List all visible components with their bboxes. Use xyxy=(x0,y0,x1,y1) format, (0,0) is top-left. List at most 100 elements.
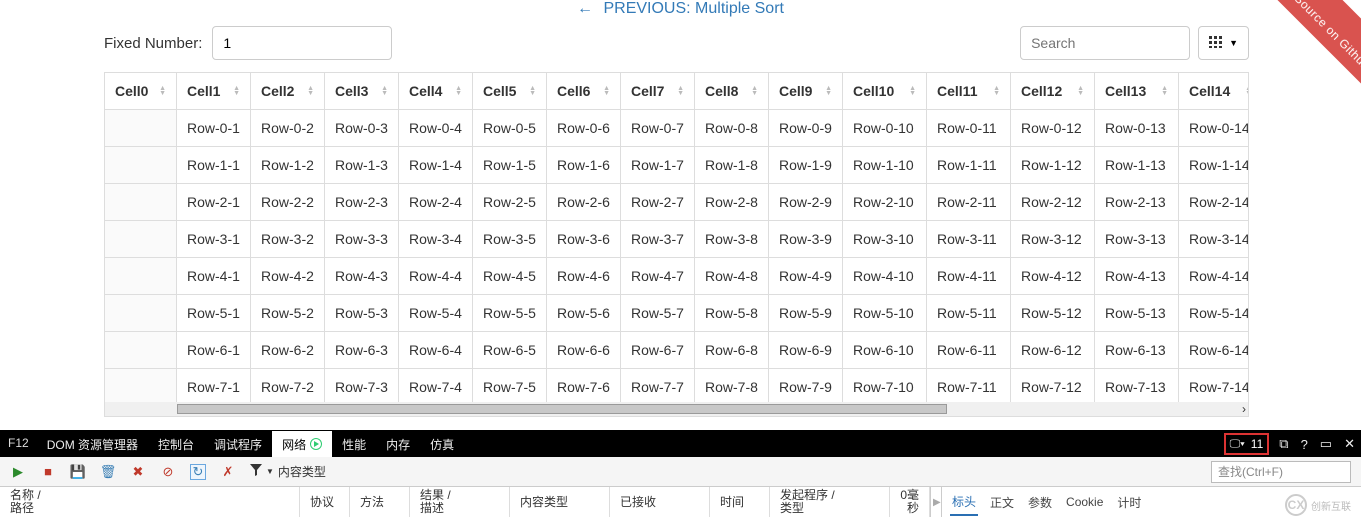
devtools-tab[interactable]: 网络 xyxy=(272,431,332,457)
select-element-icon[interactable]: ⧉ xyxy=(1273,432,1294,456)
grid-icon xyxy=(1209,36,1223,51)
table-cell: Row-1-8 xyxy=(695,147,769,184)
col-time[interactable]: 时间 xyxy=(710,487,770,517)
column-header[interactable]: Cell13▲▼ xyxy=(1095,73,1179,110)
clear-cache-icon[interactable]: ⊘ xyxy=(160,464,176,480)
sort-icon[interactable]: ▲▼ xyxy=(529,86,536,96)
sort-icon[interactable]: ▲▼ xyxy=(909,86,916,96)
sort-icon[interactable]: ▲▼ xyxy=(455,86,462,96)
devtools-tab[interactable]: DOM 资源管理器 xyxy=(37,431,148,457)
col-method[interactable]: 方法 xyxy=(350,487,410,517)
preserve-log-icon[interactable]: ↻ xyxy=(190,464,206,480)
undock-icon[interactable]: ▭ xyxy=(1314,432,1338,456)
header-label: Cell4 xyxy=(409,83,442,99)
col-content-type[interactable]: 内容类型 xyxy=(510,487,610,517)
table-cell: Row-0-5 xyxy=(473,110,547,147)
sort-icon[interactable]: ▲▼ xyxy=(233,86,240,96)
horizontal-scrollbar[interactable]: › xyxy=(105,402,1248,416)
sort-icon[interactable]: ▲▼ xyxy=(993,86,1000,96)
details-tab[interactable]: 正文 xyxy=(988,490,1016,515)
clear-session-icon[interactable]: 🗑 xyxy=(100,464,116,480)
sort-icon[interactable]: ▲▼ xyxy=(381,86,388,96)
play-icon[interactable]: ▶ xyxy=(10,464,26,480)
col-received[interactable]: 已接收 xyxy=(610,487,710,517)
devtools-tab[interactable]: 内存 xyxy=(376,431,420,457)
column-header[interactable]: Cell11▲▼ xyxy=(927,73,1011,110)
table-cell: Row-3-11 xyxy=(927,221,1011,258)
watermark: CX 创新互联 xyxy=(1285,494,1351,516)
table-cell: Row-4-2 xyxy=(251,258,325,295)
clear-cookies-icon[interactable]: ✗ xyxy=(220,464,236,480)
table-cell: Row-0-8 xyxy=(695,110,769,147)
sort-icon[interactable]: ▲▼ xyxy=(1245,86,1248,96)
col-protocol[interactable]: 协议 xyxy=(300,487,350,517)
column-header[interactable]: Cell9▲▼ xyxy=(769,73,843,110)
column-header[interactable]: Cell7▲▼ xyxy=(621,73,695,110)
devtools-tab[interactable]: 调试程序 xyxy=(204,431,272,457)
devtools-tabs: F12 DOM 资源管理器控制台调试程序网络性能内存仿真 🖵▾ 11 ⧉ ? ▭… xyxy=(0,431,1361,457)
column-header[interactable]: Cell6▲▼ xyxy=(547,73,621,110)
details-tab[interactable]: Cookie xyxy=(1064,491,1105,513)
column-header[interactable]: Cell12▲▼ xyxy=(1011,73,1095,110)
column-header[interactable]: Cell4 ▲▼ xyxy=(399,73,473,110)
sort-icon[interactable]: ▲▼ xyxy=(1161,86,1168,96)
watermark-text: 创新互联 xyxy=(1311,498,1351,513)
devtools-tab[interactable]: 性能 xyxy=(332,431,376,457)
splitter-icon[interactable]: ▶ xyxy=(930,487,942,517)
sort-icon[interactable]: ▲▼ xyxy=(1077,86,1084,96)
scrollbar-thumb[interactable] xyxy=(177,404,947,414)
table-cell: Row-0-13 xyxy=(1095,110,1179,147)
table-cell: Row-3-7 xyxy=(621,221,695,258)
stop-icon[interactable]: ■ xyxy=(40,464,56,480)
close-devtools-icon[interactable]: ✕ xyxy=(1338,432,1361,456)
column-header[interactable]: Cell5 ▲▼ xyxy=(473,73,547,110)
help-icon[interactable]: ? xyxy=(1295,433,1314,456)
table-cell: Row-7-1 xyxy=(177,369,251,402)
find-input[interactable]: 查找(Ctrl+F) xyxy=(1211,461,1351,483)
table-cell: Row-4-14 xyxy=(1179,258,1248,295)
sort-icon[interactable]: ▲▼ xyxy=(603,86,610,96)
col-initiator[interactable]: 发起程序 / 类型 xyxy=(770,487,890,517)
fixed-number-input[interactable] xyxy=(212,26,392,60)
table-cell: Row-0-4 xyxy=(399,110,473,147)
table-cell: Row-1-9 xyxy=(769,147,843,184)
error-counter[interactable]: 🖵▾ 11 xyxy=(1224,433,1270,455)
details-tab[interactable]: 参数 xyxy=(1026,490,1054,515)
search-input[interactable] xyxy=(1020,26,1190,60)
details-tab[interactable]: 计时 xyxy=(1115,490,1143,515)
column-header[interactable]: Cell14▲▼ xyxy=(1179,73,1248,110)
columns-button[interactable]: ▼ xyxy=(1198,26,1249,60)
filter-button[interactable]: ▼ 内容类型 xyxy=(250,463,326,480)
table-cell: Row-6-9 xyxy=(769,332,843,369)
col-result[interactable]: 结果 / 描述 xyxy=(410,487,510,517)
column-header[interactable]: Cell3 ▲▼ xyxy=(325,73,399,110)
column-header[interactable]: Cell1▲▼ xyxy=(177,73,251,110)
sort-icon[interactable]: ▲▼ xyxy=(751,86,758,96)
sort-icon[interactable]: ▲▼ xyxy=(159,86,166,96)
details-tab[interactable]: 标头 xyxy=(950,489,978,516)
table-cell: Row-5-7 xyxy=(621,295,695,332)
column-header[interactable]: Cell10▲▼ xyxy=(843,73,927,110)
header-label: Cell5 xyxy=(483,83,516,99)
devtools-tab[interactable]: 仿真 xyxy=(420,431,464,457)
column-header[interactable]: Cell0▲▼ xyxy=(105,73,177,110)
table-row: Row-3-1Row-3-2Row-3-3Row-3-4Row-3-5Row-3… xyxy=(105,221,1248,258)
table-cell: Row-5-14 xyxy=(1179,295,1248,332)
header-label: Cell3 xyxy=(335,83,368,99)
table-cell: Row-5-10 xyxy=(843,295,927,332)
column-header[interactable]: Cell8▲▼ xyxy=(695,73,769,110)
devtools-tab[interactable]: 控制台 xyxy=(148,431,204,457)
table-cell: Row-5-8 xyxy=(695,295,769,332)
table-cell: Row-5-1 xyxy=(177,295,251,332)
table-cell: Row-7-11 xyxy=(927,369,1011,402)
save-icon[interactable]: 💾 xyxy=(70,464,86,480)
sort-icon[interactable]: ▲▼ xyxy=(307,86,314,96)
col-name[interactable]: 名称 / 路径 xyxy=(0,487,300,517)
scroll-right-icon[interactable]: › xyxy=(1240,402,1248,416)
sort-icon[interactable]: ▲▼ xyxy=(677,86,684,96)
table-cell: Row-0-1 xyxy=(177,110,251,147)
prev-link[interactable]: ← PREVIOUS: Multiple Sort xyxy=(573,0,788,18)
column-header[interactable]: Cell2▲▼ xyxy=(251,73,325,110)
sort-icon[interactable]: ▲▼ xyxy=(825,86,832,96)
clear-entries-icon[interactable]: ✖ xyxy=(130,464,146,480)
